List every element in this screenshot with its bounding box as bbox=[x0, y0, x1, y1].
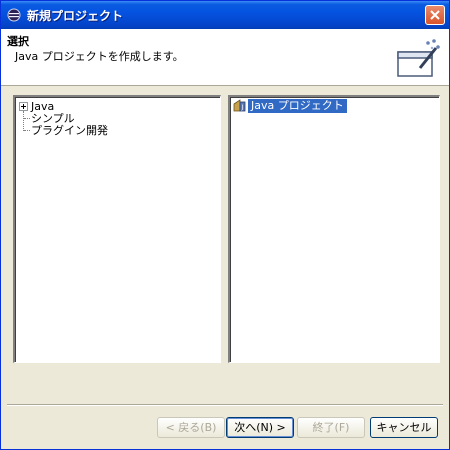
title-bar[interactable]: 新規プロジェクト bbox=[1, 1, 449, 29]
new-project-dialog: 新規プロジェクト 選択 Java プロジェクトを作成します。 Java シンプル… bbox=[0, 0, 450, 450]
tree-connector bbox=[24, 118, 30, 119]
wizard-list[interactable]: J Java プロジェクト bbox=[228, 95, 440, 363]
close-icon bbox=[430, 10, 440, 20]
window-title: 新規プロジェクト bbox=[27, 9, 124, 23]
cancel-button[interactable]: キャンセル bbox=[370, 417, 438, 438]
tree-connector bbox=[24, 130, 30, 131]
back-button[interactable]: < 戻る(B) bbox=[157, 417, 225, 438]
wizard-banner: 選択 Java プロジェクトを作成します。 bbox=[1, 29, 449, 86]
button-separator bbox=[7, 404, 443, 406]
expand-icon[interactable] bbox=[19, 102, 28, 111]
finish-button[interactable]: 終了(F) bbox=[297, 417, 365, 438]
banner-title: 選択 bbox=[7, 35, 29, 48]
next-button[interactable]: 次へ(N) > bbox=[226, 417, 294, 438]
new-project-wizard-icon bbox=[396, 38, 442, 81]
wizard-category-tree[interactable]: Java シンプル プラグイン開発 bbox=[13, 95, 221, 363]
banner-description: Java プロジェクトを作成します。 bbox=[15, 50, 184, 63]
close-button[interactable] bbox=[425, 5, 445, 25]
java-project-icon: J bbox=[233, 99, 247, 115]
tree-item-plugin-dev[interactable]: プラグイン開発 bbox=[31, 124, 108, 137]
svg-text:J: J bbox=[241, 104, 244, 111]
eclipse-app-icon bbox=[7, 8, 21, 22]
tree-connector bbox=[23, 111, 24, 131]
list-item-java-project[interactable]: Java プロジェクト bbox=[248, 99, 347, 113]
